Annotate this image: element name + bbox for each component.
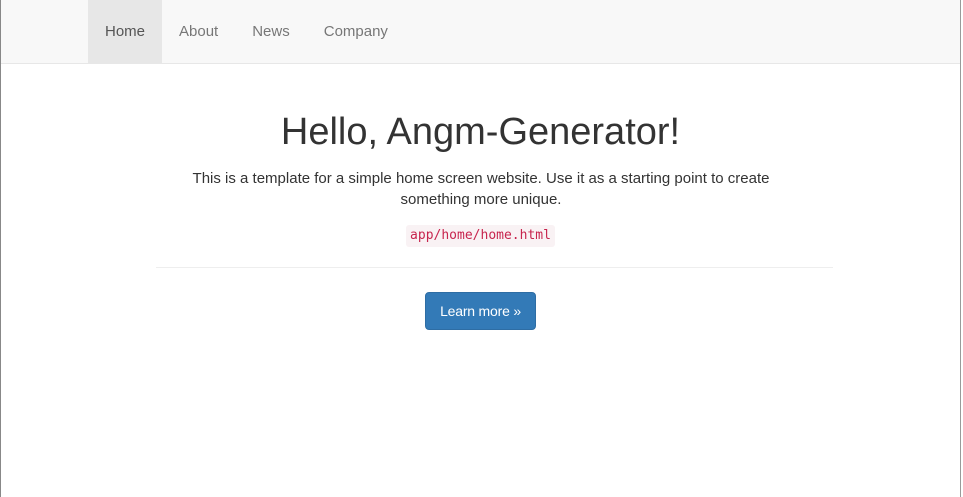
nav-item-about[interactable]: About [162,0,235,63]
code-path-wrapper: app/home/home.html [1,225,960,247]
nav-item-company[interactable]: Company [307,0,405,63]
learn-more-button[interactable]: Learn more » [425,292,536,330]
page-title: Hello, Angm-Generator! [280,111,681,153]
main-nav: Home About News Company [88,0,405,63]
browser-window: Home About News Company Hello, Angm-Gene… [0,0,961,497]
lead-text: This is a template for a simple home scr… [192,170,770,208]
nav-item-news[interactable]: News [235,0,307,63]
top-navbar: Home About News Company [1,0,960,64]
template-file-path: app/home/home.html [406,225,555,247]
button-wrapper: Learn more » [1,292,960,330]
horizontal-divider [156,267,833,268]
nav-item-home[interactable]: Home [88,0,163,63]
